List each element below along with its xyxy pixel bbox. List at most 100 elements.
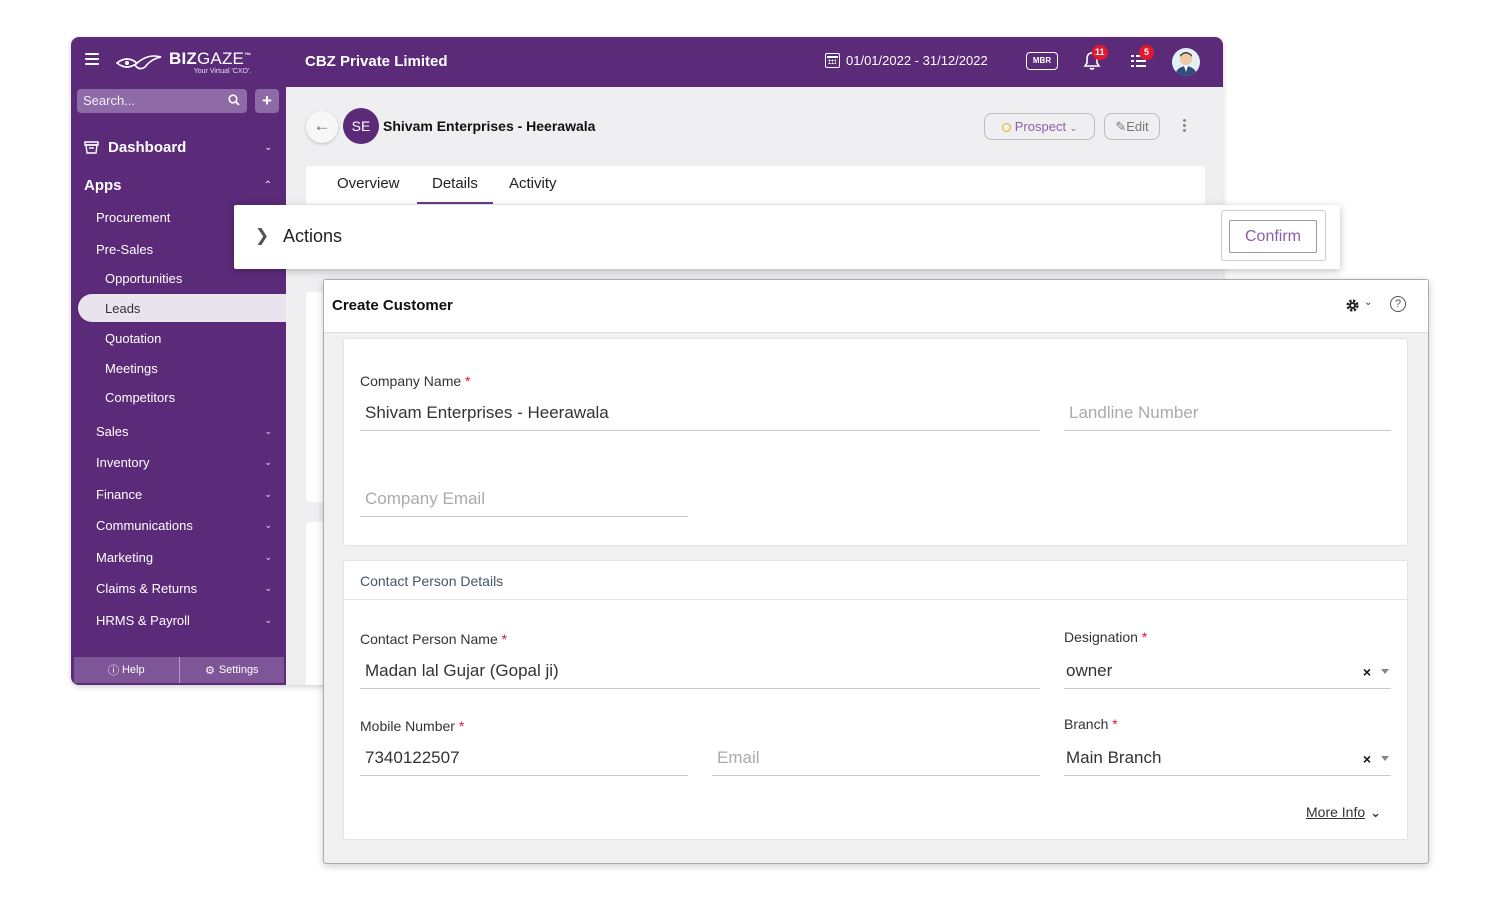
settings-button[interactable]: ⚙ Settings: [180, 657, 285, 683]
sidebar-item-marketing[interactable]: Marketing ⌄: [71, 547, 286, 567]
sidebar-item-meetings[interactable]: Meetings: [71, 358, 286, 378]
sidebar-item-dashboard[interactable]: Dashboard ⌄: [71, 136, 286, 158]
back-button[interactable]: ←: [306, 111, 338, 143]
edit-label: Edit: [1126, 119, 1149, 134]
dropdown-arrow-icon[interactable]: [1381, 756, 1389, 761]
more-options-icon[interactable]: [1183, 119, 1187, 135]
confirm-button[interactable]: Confirm: [1229, 220, 1317, 253]
chevron-down-icon: ⌄: [1370, 805, 1382, 820]
dropdown-arrow-icon[interactable]: [1381, 669, 1389, 674]
tab-details[interactable]: Details: [417, 175, 493, 204]
sidebar-item-quotation[interactable]: Quotation: [71, 328, 286, 348]
mobile-number-input[interactable]: 7340122507: [360, 742, 688, 776]
notifications-button[interactable]: 11: [1083, 45, 1108, 71]
mbr-button[interactable]: MBR: [1026, 52, 1058, 70]
sidebar-item-label: Communications: [96, 517, 193, 533]
sidebar-item-label: Quotation: [105, 330, 162, 346]
create-customer-panel: Create Customer ⌄ ? Company Name * Shiva…: [323, 279, 1429, 864]
help-icon[interactable]: ?: [1390, 296, 1406, 312]
search-placeholder: Search...: [83, 93, 136, 108]
sidebar-item-finance[interactable]: Finance ⌄: [71, 484, 286, 504]
date-range-picker[interactable]: 01/01/2022 - 31/12/2022: [825, 53, 988, 68]
gear-icon[interactable]: [1345, 298, 1360, 313]
sidebar-item-label: Claims & Returns: [96, 580, 198, 596]
chevron-down-icon: ⌄: [1069, 123, 1078, 133]
logo-name-bold: BIZ: [169, 48, 197, 68]
search-icon[interactable]: [228, 94, 240, 106]
sidebar-item-claims-returns[interactable]: Claims & Returns ⌄: [71, 578, 286, 598]
lead-initials-avatar: SE: [343, 108, 379, 144]
designation-select[interactable]: owner ×: [1064, 655, 1391, 689]
sidebar-item-label: Opportunities: [105, 270, 183, 286]
sidebar-item-sales[interactable]: Sales ⌄: [71, 421, 286, 441]
sidebar-item-label: Apps: [84, 176, 122, 194]
contact-section-title: Contact Person Details: [360, 573, 504, 589]
confirm-highlight: Confirm: [1221, 210, 1326, 261]
user-avatar[interactable]: [1172, 48, 1200, 76]
sidebar: Search... + Dashboard ⌄ Apps ⌃ Procureme…: [71, 87, 286, 685]
record-tabs: Overview Details Activity: [306, 166, 1205, 204]
arrow-left-icon: ←: [313, 116, 331, 135]
logo-mark-icon: [115, 55, 162, 70]
chevron-down-icon: ⌄: [264, 456, 272, 467]
company-card: Company Name * Shivam Enterprises - Heer…: [343, 338, 1408, 546]
tab-overview[interactable]: Overview: [337, 175, 400, 192]
chevron-down-icon: ⌄: [264, 141, 272, 152]
more-info-link[interactable]: More Info ⌄: [1306, 804, 1381, 821]
tasks-button[interactable]: 5: [1130, 45, 1154, 72]
company-email-input[interactable]: Company Email: [360, 483, 688, 517]
tab-activity[interactable]: Activity: [509, 175, 557, 192]
chevron-down-icon: ⌄: [264, 488, 272, 499]
help-circle-icon: ⓘ: [107, 665, 119, 677]
notifications-badge: 11: [1092, 45, 1108, 60]
logo-trademark: ™: [244, 51, 252, 59]
chevron-right-icon[interactable]: ❯: [255, 226, 269, 246]
bizgaze-logo[interactable]: BIZGAZE™ Your Virtual 'CXO'.: [115, 47, 251, 77]
company-name[interactable]: CBZ Private Limited: [305, 53, 448, 70]
contact-person-card: Contact Person Details Contact Person Na…: [343, 560, 1408, 840]
add-button[interactable]: +: [255, 89, 279, 113]
landline-number-input[interactable]: Landline Number: [1064, 397, 1391, 431]
branch-select[interactable]: Main Branch ×: [1064, 742, 1391, 776]
sidebar-item-inventory[interactable]: Inventory ⌄: [71, 452, 286, 472]
pencil-icon: ✎: [1115, 119, 1127, 134]
clear-icon[interactable]: ×: [1363, 664, 1371, 680]
actions-title[interactable]: Actions: [283, 226, 342, 247]
sidebar-item-label: Dashboard: [108, 138, 187, 156]
sidebar-item-label: Marketing: [96, 549, 154, 565]
branch-value: Main Branch: [1066, 748, 1162, 767]
branch-label: Branch *: [1064, 716, 1118, 732]
date-range-text: 01/01/2022 - 31/12/2022: [846, 53, 988, 68]
tasks-badge: 5: [1139, 45, 1154, 60]
panel-header: Create Customer ⌄ ?: [324, 280, 1428, 333]
logo-tagline: Your Virtual 'CXO'.: [193, 67, 252, 75]
company-name-input[interactable]: Shivam Enterprises - Heerawala: [360, 397, 1040, 431]
contact-name-label: Contact Person Name *: [360, 631, 508, 647]
contact-name-input[interactable]: Madan lal Gujar (Gopal ji): [360, 655, 1040, 689]
sidebar-item-opportunities[interactable]: Opportunities: [71, 268, 286, 288]
sidebar-item-apps[interactable]: Apps ⌃: [71, 174, 286, 196]
sidebar-item-label: Procurement: [96, 209, 171, 225]
chevron-down-icon: ⌄: [264, 519, 272, 530]
sidebar-item-hrms-payroll[interactable]: HRMS & Payroll ⌄: [71, 610, 286, 630]
sidebar-item-communications[interactable]: Communications ⌄: [71, 515, 286, 535]
chevron-down-icon: ⌄: [264, 551, 272, 562]
clear-icon[interactable]: ×: [1363, 751, 1371, 767]
calendar-icon: [825, 53, 840, 68]
more-info-label: More Info: [1306, 804, 1366, 820]
logo-name-light: GAZE: [196, 48, 245, 68]
sidebar-item-leads[interactable]: Leads: [78, 294, 286, 322]
sidebar-footer: ⓘ Help ⚙ Settings: [74, 657, 284, 683]
status-dropdown[interactable]: Prospect ⌄: [984, 113, 1095, 140]
chevron-down-icon: ⌄: [264, 614, 272, 625]
hamburger-menu-icon[interactable]: [85, 53, 99, 65]
dashboard-icon: [84, 140, 99, 154]
sidebar-item-label: Sales: [96, 423, 129, 439]
chevron-down-icon[interactable]: ⌄: [1364, 297, 1372, 308]
email-input[interactable]: Email: [712, 742, 1040, 776]
help-button[interactable]: ⓘ Help: [74, 657, 180, 683]
edit-button[interactable]: ✎Edit: [1104, 113, 1160, 140]
sidebar-item-competitors[interactable]: Competitors: [71, 387, 286, 407]
sidebar-search-input[interactable]: Search...: [77, 89, 247, 113]
actions-bar: ❯ Actions Confirm: [234, 205, 1340, 269]
